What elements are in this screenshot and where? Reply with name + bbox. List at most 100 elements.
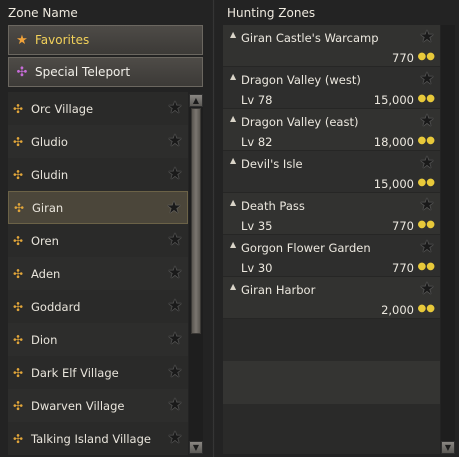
star-outline-icon[interactable]: ★: [418, 238, 436, 256]
zone-level: Lv 82: [241, 135, 273, 149]
star-outline-icon[interactable]: ★: [166, 99, 184, 117]
hunting-zones-header: Hunting Zones: [227, 6, 316, 20]
zone-name: Devil's Isle: [241, 157, 303, 171]
zone-item[interactable]: ▲ Giran Castle's Warcamp 770 ●● ★: [223, 25, 440, 67]
scroll-up-button[interactable]: ▲: [189, 94, 203, 107]
town-item[interactable]: ✣ Oren ★: [8, 224, 188, 257]
zone-cost: 15,000: [373, 93, 414, 107]
zone-cost: 2,000: [381, 303, 414, 317]
teleport-spiral-icon: ✣: [13, 266, 24, 281]
zone-cost: 770: [392, 261, 414, 275]
adena-icon: ●●: [417, 177, 435, 188]
zone-item[interactable]: ▲ Death Pass Lv 35 770 ●● ★: [223, 193, 440, 235]
teleport-spiral-icon: ✣: [13, 167, 24, 182]
triangle-bullet-icon: ▲: [230, 282, 237, 291]
adena-icon: ●●: [417, 219, 435, 230]
zone-item[interactable]: ▲ Gorgon Flower Garden Lv 30 770 ●● ★: [223, 235, 440, 277]
star-outline-icon[interactable]: ★: [418, 196, 436, 214]
zone-cost: 18,000: [373, 135, 414, 149]
star-outline-icon[interactable]: ★: [166, 264, 184, 282]
favorites-button[interactable]: ★ Favorites: [8, 25, 203, 55]
zone-level: Lv 78: [241, 93, 273, 107]
zone-name: Dragon Valley (east): [241, 115, 359, 129]
star-outline-icon[interactable]: ★: [418, 112, 436, 130]
teleport-spiral-icon: ✣: [13, 398, 24, 413]
triangle-bullet-icon: ▲: [230, 114, 237, 123]
zone-item[interactable]: ▲ Dragon Valley (west) Lv 78 15,000 ●● ★: [223, 67, 440, 109]
zone-level: Lv 35: [241, 219, 273, 233]
teleport-spiral-icon: ✣: [13, 101, 24, 116]
star-outline-icon[interactable]: ★: [166, 396, 184, 414]
teleport-spiral-icon: ✣: [13, 134, 24, 149]
scroll-down-button[interactable]: ▼: [189, 441, 203, 454]
town-label: Gludin: [31, 167, 69, 182]
triangle-bullet-icon: ▲: [230, 240, 237, 249]
star-outline-icon[interactable]: ★: [418, 70, 436, 88]
zone-name: Giran Harbor: [241, 283, 316, 297]
zone-name: Giran Castle's Warcamp: [241, 31, 379, 45]
town-item[interactable]: ✣ Gludin ★: [8, 158, 188, 191]
adena-icon: ●●: [417, 135, 435, 146]
town-item[interactable]: ✣ Giran ★: [8, 191, 188, 224]
zone-cost: 770: [392, 51, 414, 65]
star-outline-icon[interactable]: ★: [165, 199, 183, 217]
triangle-bullet-icon: ▲: [230, 198, 237, 207]
zone-cost: 15,000: [373, 177, 414, 191]
star-outline-icon[interactable]: ★: [166, 363, 184, 381]
town-item[interactable]: ✣ Goddard ★: [8, 290, 188, 323]
empty-zone-slot: [223, 361, 440, 404]
town-label: Goddard: [31, 299, 81, 314]
zone-level: Lv 30: [241, 261, 273, 275]
zone-item[interactable]: ▲ Devil's Isle 15,000 ●● ★: [223, 151, 440, 193]
town-list: ✣ Orc Village ★ ✣ Gludio ★ ✣ Gludin ★ ✣ Giran ★ ✣ Ore…: [8, 92, 188, 457]
star-outline-icon[interactable]: ★: [418, 280, 436, 298]
star-outline-icon[interactable]: ★: [166, 297, 184, 315]
town-item[interactable]: ✣ Dark Elf Village ★: [8, 356, 188, 389]
town-label: Aden: [31, 266, 61, 281]
zone-list-scrollbar[interactable]: ▼: [441, 25, 455, 454]
town-list-scrollbar[interactable]: ▲ ▼: [189, 94, 203, 454]
town-label: Dark Elf Village: [31, 365, 119, 380]
scroll-down-button[interactable]: ▼: [441, 441, 455, 454]
teleport-spiral-icon: ✣: [14, 200, 25, 215]
adena-icon: ●●: [417, 93, 435, 104]
zone-name-header: Zone Name: [8, 6, 78, 20]
town-label: Dwarven Village: [31, 398, 125, 413]
teleport-spiral-icon: ✣: [13, 431, 24, 446]
star-outline-icon[interactable]: ★: [166, 429, 184, 447]
zone-name: Death Pass: [241, 199, 305, 213]
teleport-spiral-icon: ✣: [13, 332, 24, 347]
zone-name: Dragon Valley (west): [241, 73, 361, 87]
town-item[interactable]: ✣ Orc Village ★: [8, 92, 188, 125]
town-item[interactable]: ✣ Aden ★: [8, 257, 188, 290]
zone-cost: 770: [392, 219, 414, 233]
star-outline-icon[interactable]: ★: [166, 330, 184, 348]
town-item[interactable]: ✣ Gludio ★: [8, 125, 188, 158]
teleport-spiral-icon: ✣: [13, 365, 24, 380]
town-label: Orc Village: [31, 101, 94, 116]
triangle-bullet-icon: ▲: [230, 30, 237, 39]
star-outline-icon[interactable]: ★: [418, 28, 436, 46]
star-outline-icon[interactable]: ★: [166, 132, 184, 150]
star-outline-icon[interactable]: ★: [166, 231, 184, 249]
spiral-icon: ✣: [16, 64, 28, 80]
teleport-spiral-icon: ✣: [13, 233, 24, 248]
town-item[interactable]: ✣ Talking Island Village ★: [8, 422, 188, 455]
star-icon: ★: [16, 32, 28, 48]
teleport-spiral-icon: ✣: [13, 299, 24, 314]
panel-divider: [212, 0, 215, 457]
adena-icon: ●●: [417, 303, 435, 314]
adena-icon: ●●: [417, 51, 435, 62]
favorites-label: Favorites: [35, 33, 90, 47]
town-label: Dion: [31, 332, 58, 347]
zone-item[interactable]: ▲ Giran Harbor 2,000 ●● ★: [223, 277, 440, 319]
scroll-thumb[interactable]: [191, 108, 201, 334]
town-label: Oren: [31, 233, 59, 248]
zone-item[interactable]: ▲ Dragon Valley (east) Lv 82 18,000 ●● ★: [223, 109, 440, 151]
triangle-bullet-icon: ▲: [230, 72, 237, 81]
star-outline-icon[interactable]: ★: [166, 165, 184, 183]
town-item[interactable]: ✣ Dwarven Village ★: [8, 389, 188, 422]
town-item[interactable]: ✣ Dion ★: [8, 323, 188, 356]
star-outline-icon[interactable]: ★: [418, 154, 436, 172]
special-teleport-button[interactable]: ✣ Special Teleport: [8, 57, 203, 87]
